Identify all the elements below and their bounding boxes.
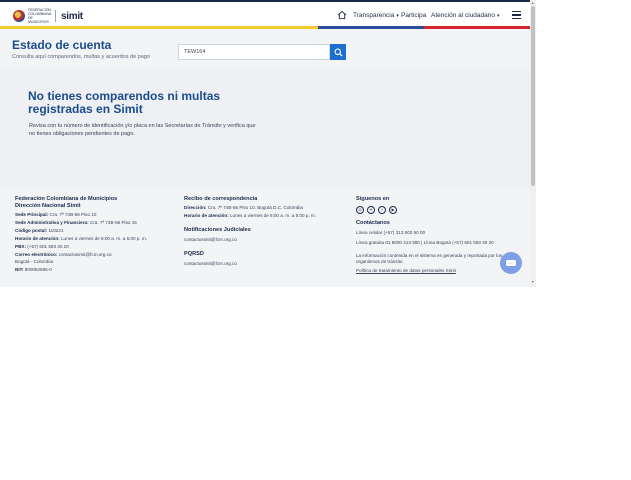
- footer-col-contact: Federación Colombiana de Municipios Dire…: [15, 196, 165, 274]
- site-header: FEDERACIÓN COLOMBIANA DE MUNICIPIOS simi…: [0, 2, 530, 26]
- no-results-title: No tienes comparendos ni multas registra…: [28, 89, 221, 116]
- footer-notifications-email[interactable]: contactosimit@fcm.org.co: [184, 236, 334, 244]
- footer-pqrsd-title: PQRSD: [184, 250, 204, 257]
- footer-policy-link[interactable]: Política de tratamiento de datos persona…: [356, 267, 511, 275]
- nav-participa[interactable]: Participa: [401, 12, 426, 19]
- page-subtitle: Consulta aquí comparendos, multas y acue…: [12, 54, 150, 60]
- footer-col-social: Síguenos en ◎ ✦ f ▶ Contáctanos Línea ce…: [356, 196, 511, 275]
- footer-pqrsd-email[interactable]: contactosimit@fcm.org.co: [184, 260, 334, 268]
- facebook-icon[interactable]: f: [378, 206, 386, 214]
- youtube-icon[interactable]: ▶: [389, 206, 397, 214]
- footer-follow-title: Síguenos en: [356, 196, 390, 202]
- footer-notifications-title: Notificaciones Judiciales: [184, 226, 251, 233]
- footer-contact-line: Línea celular (+57) 313 602 60 00: [356, 230, 426, 235]
- scroll-down-arrow-icon[interactable]: ▼: [531, 280, 534, 284]
- logo-brand-text: simit: [61, 10, 83, 22]
- footer-correspondence-title: Recibo de correspondencia: [184, 196, 258, 202]
- footer-org-subtitle: Dirección Nacional Simit: [15, 203, 81, 209]
- footer-col-correspondence: Recibo de correspondencia Dirección: Cra…: [184, 196, 334, 268]
- nav-participa-label: Participa: [401, 12, 427, 19]
- footer-info-row: Horario de atención: Lunes a viernes de …: [15, 235, 148, 241]
- hamburger-menu-icon[interactable]: [512, 11, 521, 19]
- nav-transparencia-label: Transparencia: [353, 12, 395, 19]
- footer-info-row: Código postal: 110221: [15, 227, 64, 233]
- footer-info-row: Sede Principal: Cra. 7ª 74B-56 Piso 10: [15, 212, 97, 217]
- search-box: [178, 44, 330, 60]
- page-title: Estado de cuenta: [12, 38, 112, 52]
- search-button[interactable]: [330, 44, 346, 60]
- footer-info-row: Horario de atención: Lunes a viernes de …: [184, 212, 317, 218]
- footer-info-row: Correo electrónico: contactosimit@fcm.or…: [15, 251, 112, 257]
- nav-atencion-ciudadano[interactable]: Atención al ciudadano ▾: [431, 12, 499, 19]
- home-icon[interactable]: [337, 10, 347, 20]
- fcm-seal-icon: [13, 10, 25, 22]
- search-icon: [334, 48, 343, 57]
- nav-atencion-label: Atención al ciudadano: [431, 12, 495, 19]
- simit-logo[interactable]: FEDERACIÓN COLOMBIANA DE MUNICIPIOS simi…: [13, 8, 83, 24]
- footer-contact-title: Contáctanos: [356, 220, 390, 226]
- footer-disclaimer: La información contenida en el sistema e…: [356, 252, 503, 265]
- browser-viewport: FEDERACIÓN COLOMBIANA DE MUNICIPIOS simi…: [0, 0, 530, 287]
- nav-transparencia[interactable]: Transparencia ▾: [353, 12, 399, 19]
- footer-info-row: Bogotá - Colombia: [15, 259, 54, 265]
- chat-bubble-icon: •••: [506, 260, 516, 266]
- logo-divider: [55, 10, 56, 22]
- scroll-up-arrow-icon[interactable]: ▲: [531, 1, 534, 5]
- chevron-down-icon: ▾: [396, 12, 399, 19]
- page-scrollbar-thumb[interactable]: [531, 6, 535, 186]
- footer-info-row: Sede Administrativa y Financiera: Cra. 7…: [15, 219, 137, 225]
- footer-contact-line: Línea gratuita 01 8000 413 580 | Línea B…: [356, 239, 494, 245]
- footer-info-row: PBX: (+57) 601 593 40 20: [15, 243, 69, 249]
- footer-info-row: NIT: 800082665-0: [15, 267, 52, 273]
- no-results-description: Revisa con tu número de identificación y…: [29, 123, 256, 137]
- logo-org-text: FEDERACIÓN COLOMBIANA DE MUNICIPIOS: [28, 8, 52, 24]
- chevron-down-icon: ▾: [496, 12, 500, 19]
- social-links: ◎ ✦ f ▶: [356, 206, 511, 214]
- search-input[interactable]: [179, 45, 329, 59]
- instagram-icon[interactable]: ◎: [356, 206, 364, 214]
- footer-org-title: Federación Colombiana de Municipios: [15, 196, 118, 202]
- chat-assistant-button[interactable]: •••: [500, 252, 522, 274]
- footer-info-row: Dirección: Cra. 7ª 74B-56 Piso 10. Bogot…: [184, 205, 303, 210]
- twitter-icon[interactable]: ✦: [367, 206, 375, 214]
